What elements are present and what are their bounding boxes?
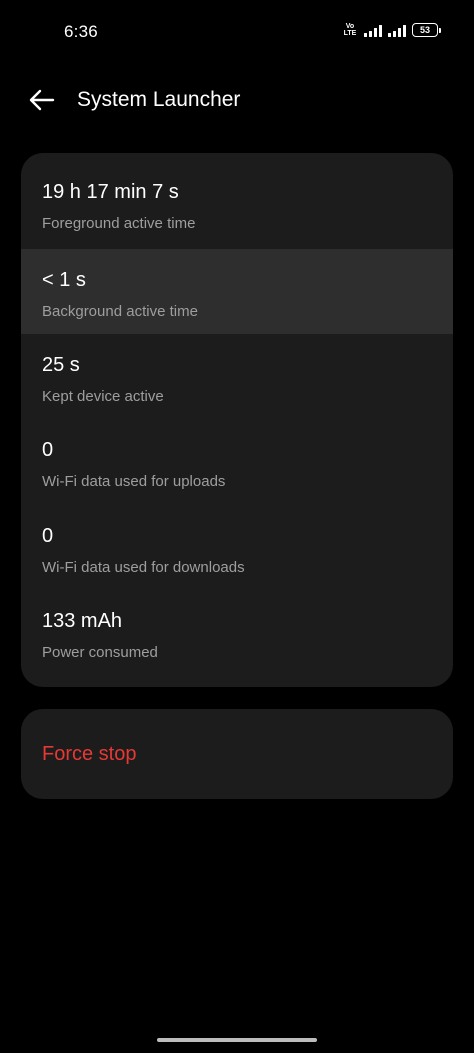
page-title: System Launcher xyxy=(77,88,241,111)
stat-power-consumed[interactable]: 133 mAh Power consumed xyxy=(21,590,453,675)
volte-bottom-label: LTE xyxy=(343,30,357,37)
signal-strength-icon-2 xyxy=(388,24,406,37)
stat-wifi-downloads[interactable]: 0 Wi-Fi data used for downloads xyxy=(21,505,453,590)
stat-value: < 1 s xyxy=(42,269,86,291)
stat-value: 0 xyxy=(42,525,54,547)
stat-label: Wi-Fi data used for uploads xyxy=(42,473,226,490)
volte-icon: Vo LTE xyxy=(342,23,358,37)
stat-value: 19 h 17 min 7 s xyxy=(42,181,179,203)
app-info-screen: 6:36 Vo LTE 53 System Launcher 19 h 17 m… xyxy=(0,0,474,1053)
volte-top-label: Vo xyxy=(345,23,355,30)
app-header: System Launcher xyxy=(0,78,474,122)
battery-icon: 53 xyxy=(412,23,441,37)
stat-value: 133 mAh xyxy=(42,610,123,632)
stat-label: Background active time xyxy=(42,303,198,320)
status-bar: 6:36 Vo LTE 53 xyxy=(0,0,474,62)
stat-foreground-time[interactable]: 19 h 17 min 7 s Foreground active time xyxy=(21,153,453,238)
stat-background-time[interactable]: < 1 s Background active time xyxy=(21,249,453,334)
signal-strength-icon-1 xyxy=(364,24,382,37)
back-button[interactable] xyxy=(22,80,62,120)
stat-kept-device-active[interactable]: 25 s Kept device active xyxy=(21,334,453,419)
usage-stats-card: 19 h 17 min 7 s Foreground active time <… xyxy=(21,153,453,687)
arrow-left-icon xyxy=(29,89,55,111)
gesture-nav-handle[interactable] xyxy=(157,1038,317,1042)
status-icons: Vo LTE 53 xyxy=(342,23,441,37)
stat-label: Wi-Fi data used for downloads xyxy=(42,559,245,576)
stat-value: 0 xyxy=(42,439,54,461)
stat-label: Foreground active time xyxy=(42,215,196,232)
battery-level: 53 xyxy=(419,25,430,35)
stat-wifi-uploads[interactable]: 0 Wi-Fi data used for uploads xyxy=(21,419,453,504)
stat-label: Kept device active xyxy=(42,388,164,405)
stat-label: Power consumed xyxy=(42,644,158,661)
status-time: 6:36 xyxy=(64,22,98,41)
stat-value: 25 s xyxy=(42,354,80,376)
force-stop-label: Force stop xyxy=(42,743,137,765)
force-stop-button[interactable]: Force stop xyxy=(21,709,453,799)
